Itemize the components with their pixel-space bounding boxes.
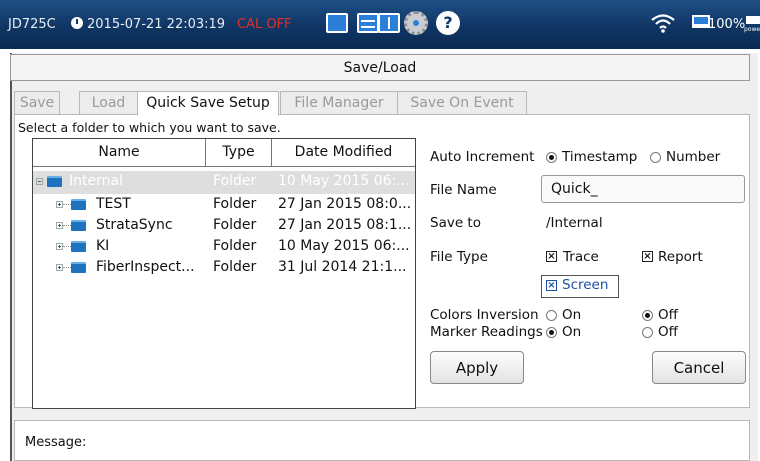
cal-status: CAL OFF	[237, 17, 292, 32]
battery-percent: 100%	[708, 17, 746, 32]
datetime-label: 2015-07-21 22:03:19	[87, 17, 226, 32]
status-bar: JD725C 2015-07-21 22:03:19 CAL OFF ? 100…	[0, 0, 760, 49]
number-label[interactable]: Number	[666, 149, 720, 165]
tree-connector	[63, 225, 71, 226]
help-icon[interactable]: ?	[436, 11, 460, 35]
file-type-label: File Type	[430, 249, 488, 265]
row-date: 10 May 2015 06:...	[278, 238, 410, 254]
cancel-button[interactable]: Cancel	[652, 351, 746, 384]
tree-connector	[63, 204, 71, 205]
folder-icon	[71, 241, 86, 252]
column-header-date-modified[interactable]: Date Modified	[272, 139, 415, 167]
full-screen-icon[interactable]	[326, 13, 348, 33]
tree-row-stratasync[interactable]: StrataSync Folder 27 Jan 2015 08:1...	[33, 215, 415, 238]
trace-label[interactable]: Trace	[563, 249, 599, 265]
tab-save[interactable]: Save	[14, 91, 60, 115]
marker-readings-on-radio[interactable]	[546, 327, 557, 338]
column-header-type[interactable]: Type	[206, 139, 272, 167]
tree-row-test[interactable]: TEST Folder 27 Jan 2015 08:0...	[33, 194, 415, 217]
row-name: TEST	[96, 196, 131, 212]
save-to-label: Save to	[430, 215, 481, 231]
marker-readings-label: Marker Readings	[430, 324, 543, 340]
clock-icon	[71, 17, 83, 29]
marker-readings-off-radio[interactable]	[642, 327, 653, 338]
split-columns-icon[interactable]	[378, 13, 400, 33]
column-header-name[interactable]: Name	[33, 139, 206, 167]
collapse-icon[interactable]	[36, 178, 43, 185]
wifi-icon	[651, 14, 675, 33]
row-name: FiberInspect...	[96, 259, 195, 275]
expand-icon[interactable]	[56, 264, 63, 271]
report-label[interactable]: Report	[658, 249, 703, 265]
timestamp-label[interactable]: Timestamp	[562, 149, 637, 165]
folder-icon	[47, 176, 62, 187]
row-type: Folder	[213, 173, 257, 189]
row-date: 10 May 2015 06:...	[278, 173, 410, 189]
row-type: Folder	[213, 196, 257, 212]
number-radio[interactable]	[650, 152, 661, 163]
save-to-value: /Internal	[546, 215, 603, 231]
row-type: Folder	[213, 238, 257, 254]
row-type: Folder	[213, 259, 257, 275]
tab-file-manager[interactable]: File Manager	[280, 91, 398, 115]
report-checkbox[interactable]: ×	[642, 251, 653, 262]
tree-row-ki[interactable]: KI Folder 10 May 2015 06:...	[33, 236, 415, 259]
split-rows-icon[interactable]	[357, 13, 379, 33]
row-date: 27 Jan 2015 08:1...	[278, 217, 412, 233]
row-type: Folder	[213, 217, 257, 233]
file-name-label: File Name	[430, 182, 497, 198]
file-name-input[interactable]: Quick_	[541, 175, 745, 203]
row-name: Internal	[69, 173, 123, 189]
marker-readings-off-label[interactable]: Off	[658, 324, 678, 340]
message-bar: Message:	[14, 420, 750, 461]
instruction-text: Select a folder to which you want to sav…	[18, 120, 281, 135]
colors-inversion-label: Colors Inversion	[430, 307, 539, 323]
settings-gear-icon[interactable]	[404, 11, 428, 35]
expand-icon[interactable]	[56, 222, 63, 229]
tab-save-on-event[interactable]: Save On Event	[397, 91, 527, 115]
screen-label[interactable]: Screen	[562, 277, 608, 293]
apply-button[interactable]: Apply	[430, 351, 524, 384]
marker-readings-on-label[interactable]: On	[562, 324, 581, 340]
expand-icon[interactable]	[56, 201, 63, 208]
power-plug-icon: power	[744, 13, 760, 35]
model-label: JD725C	[8, 17, 56, 32]
tree-connector	[63, 246, 71, 247]
row-name: StrataSync	[96, 217, 173, 233]
screen-checkbox[interactable]: ×	[546, 280, 557, 291]
colors-inversion-on-label[interactable]: On	[562, 307, 581, 323]
expand-icon[interactable]	[56, 243, 63, 250]
dialog-title: Save/Load	[343, 60, 417, 76]
colors-inversion-off-label[interactable]: Off	[658, 307, 678, 323]
colors-inversion-off-radio[interactable]	[642, 310, 653, 321]
tab-load[interactable]: Load	[79, 91, 138, 115]
auto-increment-label: Auto Increment	[430, 149, 535, 165]
row-date: 31 Jul 2014 21:1...	[278, 259, 407, 275]
dialog-title-bar: Save/Load	[10, 54, 750, 81]
tree-row-fiberinspect[interactable]: FiberInspect... Folder 31 Jul 2014 21:1.…	[33, 257, 415, 280]
tree-connector	[63, 267, 71, 268]
colors-inversion-on-radio[interactable]	[546, 310, 557, 321]
row-date: 27 Jan 2015 08:0...	[278, 196, 412, 212]
power-label: power	[744, 26, 760, 33]
row-name: KI	[96, 238, 110, 254]
tree-row-internal[interactable]: Internal Folder 10 May 2015 06:...	[33, 171, 415, 194]
folder-icon	[71, 220, 86, 231]
folder-icon	[71, 199, 86, 210]
trace-checkbox[interactable]: ×	[546, 251, 557, 262]
message-label: Message:	[25, 435, 87, 450]
timestamp-radio[interactable]	[546, 152, 557, 163]
folder-icon	[71, 262, 86, 273]
power-plug-bar	[746, 16, 760, 24]
tab-quick-save-setup[interactable]: Quick Save Setup	[137, 91, 279, 116]
